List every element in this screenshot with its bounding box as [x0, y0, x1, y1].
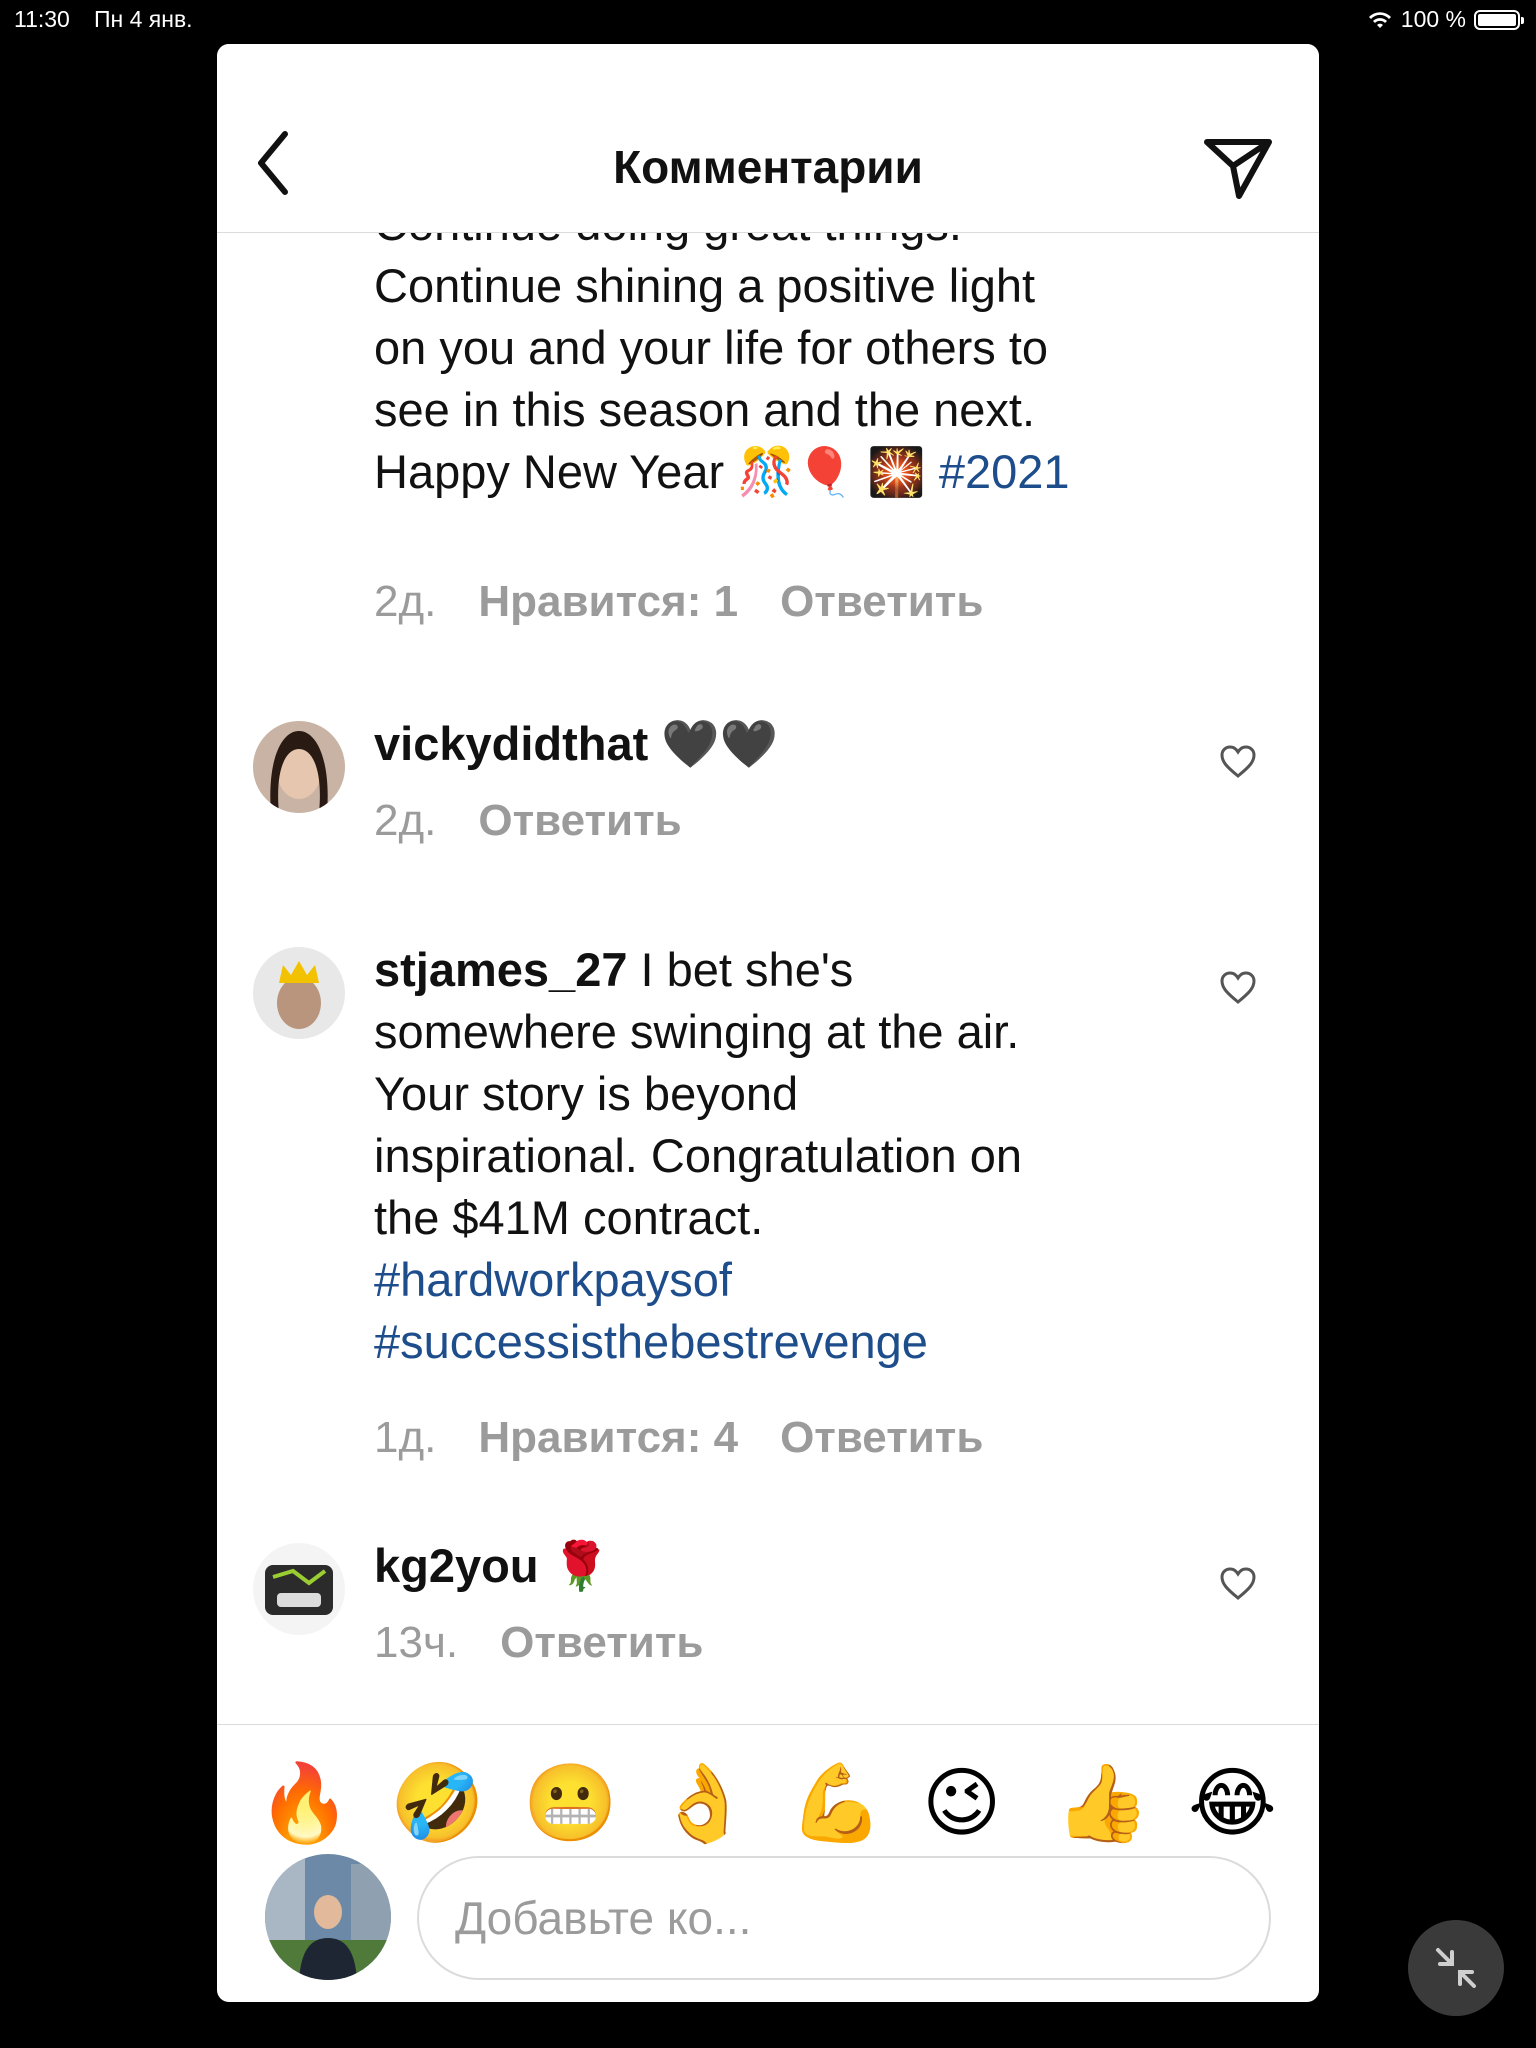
hashtag-link[interactable]: #hardworkpaysof [374, 1249, 1154, 1311]
emoji-rofl-button[interactable]: 🤣 [390, 1759, 485, 1849]
emoji-grimace-button[interactable]: 😬 [523, 1759, 618, 1849]
like-heart-icon[interactable] [1219, 745, 1257, 779]
status-right: 100 % [1367, 6, 1524, 33]
emoji-ok-hand-button[interactable]: 👌 [656, 1759, 751, 1849]
emoji-flex-button[interactable]: 💪 [789, 1759, 884, 1849]
comment-time: 2д. [374, 796, 437, 845]
comment-line: Happy New Year 🎊🎈 🎇 #2021 [374, 441, 1154, 503]
comments-panel: Комментарии Continue doing great things.… [217, 44, 1319, 2002]
avatar[interactable] [253, 721, 345, 813]
avatar[interactable] [253, 947, 345, 1039]
comment-line: Your story is beyond [374, 1067, 799, 1120]
comment-line: somewhere swinging at the air. [374, 1005, 1020, 1058]
comment-username[interactable]: vickydidthat [374, 717, 648, 770]
emoji-fire-button[interactable]: 🔥 [257, 1759, 352, 1849]
comment-line: Continue shining a positive light [374, 259, 1036, 312]
comment-text: kg2you 🌹 [374, 1535, 1154, 1597]
comment-input[interactable]: Добавьте ко... [417, 1856, 1271, 1980]
direct-send-icon[interactable] [1203, 136, 1273, 200]
comment-line: inspirational. Congratulation on [374, 1129, 1022, 1182]
comment-text: stjames_27 I bet she's somewhere swingin… [374, 939, 1154, 1373]
likes-count[interactable]: Нравится: 4 [478, 1413, 738, 1462]
comment-body: 🌹 [538, 1539, 611, 1592]
comment-text: vickydidthat 🖤🖤 [374, 713, 1154, 775]
emoji-thumbs-up-button[interactable]: 👍 [1055, 1759, 1150, 1849]
comment-meta: 13ч. Ответить [374, 1618, 745, 1668]
comment-username[interactable]: kg2you [374, 1539, 539, 1592]
comment-text: Continue doing great things. Continue sh… [374, 233, 1154, 503]
comment-time: 13ч. [374, 1618, 459, 1667]
likes-count[interactable]: Нравится: 1 [478, 577, 738, 626]
comment-input-row: Добавьте ко... [217, 1844, 1319, 2002]
hashtag-link[interactable]: #successisthebestrevenge [374, 1311, 1154, 1373]
reply-button[interactable]: Ответить [780, 577, 983, 626]
picture-in-picture-button[interactable] [1408, 1920, 1504, 2016]
comment-meta: 2д. Нравится: 1 Ответить [374, 577, 1025, 627]
comment-line: stjames_27 I bet she's [374, 939, 1154, 1001]
comment-line: see in this season and the next. [374, 383, 1036, 436]
minimize-arrows-icon [1436, 1948, 1476, 1988]
comments-list[interactable]: Continue doing great things. Continue sh… [217, 233, 1319, 1723]
emoji-joy-button[interactable]: 😂 [1188, 1759, 1277, 1849]
comment-username[interactable]: stjames_27 [374, 943, 627, 996]
like-heart-icon[interactable] [1219, 1567, 1257, 1601]
battery-percent: 100 % [1400, 6, 1466, 32]
avatar[interactable] [253, 1543, 345, 1635]
status-bar: 11:30 Пн 4 янв. 100 % [0, 0, 1536, 40]
comment-time: 1д. [374, 1413, 437, 1462]
comment-time: 2д. [374, 577, 437, 626]
comment-line: the $41M contract. [374, 1191, 764, 1244]
battery-icon [1474, 9, 1524, 30]
comment-body: 🖤🖤 [648, 717, 779, 770]
my-avatar [265, 1854, 391, 1980]
page-title: Комментарии [613, 141, 923, 193]
reply-button[interactable]: Ответить [478, 796, 681, 845]
comment-meta: 1д. Нравится: 4 Ответить [374, 1413, 1025, 1463]
comment-line-text: Happy New Year 🎊🎈 🎇 [374, 445, 939, 498]
status-time: 11:30 [14, 6, 70, 32]
reply-button[interactable]: Ответить [780, 1413, 983, 1462]
like-heart-icon[interactable] [1219, 971, 1257, 1005]
emoji-wink-button[interactable]: 😉 [922, 1759, 1001, 1849]
hashtag-link[interactable]: #2021 [939, 445, 1070, 498]
comment-body: I bet she's [627, 943, 854, 996]
comment-line: on you and your life for others to [374, 321, 1049, 374]
reply-button[interactable]: Ответить [500, 1618, 703, 1667]
comment-meta: 2д. Ответить [374, 796, 724, 846]
status-date: Пн 4 янв. [94, 6, 193, 32]
comment-line: Continue doing great things. [374, 233, 1154, 255]
wifi-icon [1368, 11, 1391, 28]
comments-header: Комментарии [217, 44, 1319, 233]
